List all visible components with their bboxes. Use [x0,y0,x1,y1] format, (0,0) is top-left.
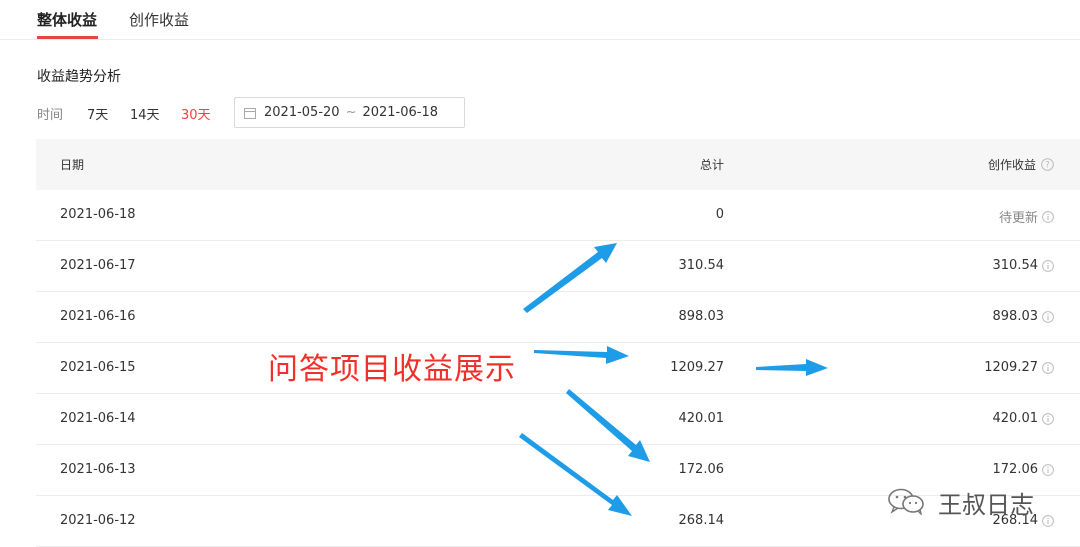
date-start: 2021-05-20 [264,105,340,120]
table-row: 2021-06-14 420.01 420.01 [36,394,1080,445]
range-30-days-button[interactable]: 30天 [181,104,211,123]
tab-bar: 整体收益 创作收益 [0,0,1080,40]
date-end: 2021-06-18 [362,105,439,120]
cell-date: 2021-06-12 [60,513,136,528]
date-range-picker[interactable]: 2021-05-20 ~2021-06-18 [234,97,465,128]
range-7-days-button[interactable]: 7天 [87,104,108,123]
cell-creation-value: 420.01 [992,411,1039,426]
cell-total: 0 [715,207,724,222]
watermark-text: 王叔日志 [938,491,1034,519]
wechat-icon [888,488,924,515]
info-icon[interactable] [1042,361,1054,374]
info-icon[interactable] [1042,310,1054,323]
cell-creation-value: 172.06 [992,462,1039,477]
cell-date: 2021-06-15 [60,360,136,375]
svg-text:?: ? [1045,161,1050,171]
cell-total: 898.03 [678,309,725,324]
table-header: 日期 总计 创作收益 ? [36,139,1080,190]
info-icon[interactable] [1042,210,1054,223]
column-header-creation-label: 创作收益 [987,158,1036,172]
cell-total: 310.54 [678,258,725,273]
cell-total: 172.06 [678,462,725,477]
help-icon[interactable]: ? [1041,158,1054,171]
column-header-date: 日期 [60,158,85,172]
date-range-text: 2021-05-20 ~2021-06-18 [264,105,438,120]
cell-creation: 待更新 [999,207,1054,226]
info-icon[interactable] [1042,463,1054,476]
info-icon[interactable] [1042,259,1054,272]
table-row: 2021-06-17 310.54 310.54 [36,241,1080,292]
cell-creation-value: 待更新 [998,211,1038,226]
annotation-label: 问答项目收益展示 [268,352,516,387]
cell-creation: 898.03 [993,309,1055,324]
calendar-icon [244,108,256,119]
cell-creation: 310.54 [993,258,1055,273]
column-header-creation: 创作收益 ? [988,156,1054,173]
cell-date: 2021-06-14 [60,411,136,426]
time-filter-label: 时间 [37,108,64,123]
cell-creation: 420.01 [993,411,1055,426]
date-separator: ~ [345,105,357,120]
cell-creation: 172.06 [993,462,1055,477]
info-icon[interactable] [1042,412,1054,425]
table-row: 2021-06-18 0 待更新 [36,190,1080,241]
column-header-total: 总计 [699,158,724,172]
cell-creation-value: 310.54 [992,258,1039,273]
table-row: 2021-06-16 898.03 898.03 [36,292,1080,343]
cell-date: 2021-06-13 [60,462,136,477]
cell-total: 268.14 [678,513,725,528]
wechat-watermark: 王叔日志 [886,484,1056,519]
cell-date: 2021-06-18 [60,207,136,222]
cell-date: 2021-06-17 [60,258,136,273]
tab-overall-income[interactable]: 整体收益 [37,9,97,30]
table-row: 2021-06-15 1209.27 1209.27 [36,343,1080,394]
cell-creation: 1209.27 [984,360,1054,375]
tab-creation-income[interactable]: 创作收益 [129,9,189,30]
cell-total: 1209.27 [670,360,724,375]
active-tab-indicator [37,36,98,39]
cell-total: 420.01 [678,411,725,426]
cell-date: 2021-06-16 [60,309,136,324]
section-title: 收益趋势分析 [37,69,121,85]
time-filter: 时间 7天 14天 30天 2021-05-20 ~2021-06-18 [37,97,477,128]
cell-creation-value: 898.03 [992,309,1039,324]
cell-creation-value: 1209.27 [984,360,1038,375]
range-14-days-button[interactable]: 14天 [130,104,160,123]
